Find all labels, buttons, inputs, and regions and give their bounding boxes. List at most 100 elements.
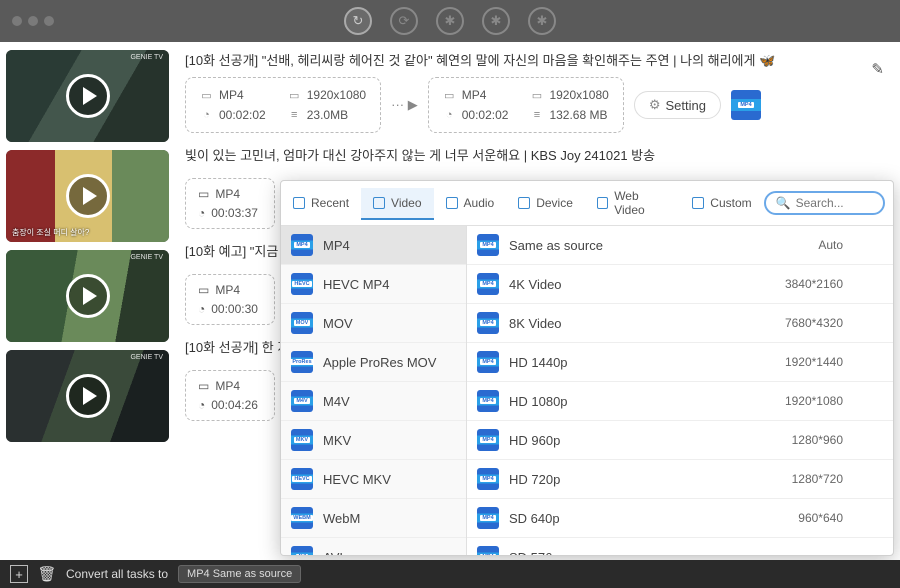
format-family-row[interactable]: MOVMOV [281, 304, 466, 343]
format-icon: ▭ [200, 89, 213, 102]
video-thumbnail[interactable]: 춤장이 조실 머디 살아? [6, 150, 169, 242]
reel-mode-icon[interactable]: ✱ [436, 7, 464, 35]
add-task-button[interactable]: + [10, 565, 28, 583]
setting-button[interactable]: ⚙Setting [634, 91, 721, 119]
format-badge-icon: MP4 [477, 234, 499, 256]
thumb-brand: GENIE TV [130, 54, 163, 61]
bottom-bar: + 🗑 Convert all tasks to MP4 Same as sou… [0, 560, 900, 588]
play-icon[interactable] [66, 74, 110, 118]
arrow-icon: ··· ▶ [391, 97, 418, 113]
format-preset-row[interactable]: MP4SD 640p960*640 [467, 499, 893, 538]
format-preset-row[interactable]: MP48K Video7680*4320 [467, 304, 893, 343]
tab-recent[interactable]: Recent [281, 188, 361, 218]
format-preset-resolution: 1280*960 [792, 433, 843, 447]
source-spec-box: ▭MP4 ◔00:00:30 [185, 274, 275, 325]
format-family-label: M4V [323, 394, 350, 409]
format-preset-list[interactable]: MP4Same as sourceAutoMP44K Video3840*216… [467, 226, 893, 555]
format-preset-label: HD 1440p [509, 355, 568, 370]
search-input[interactable] [796, 196, 873, 210]
reel-mode-icon-3[interactable]: ✱ [528, 7, 556, 35]
source-spec-box: ▭MP4 ▭1920x1080 ◔00:02:02 ≡23.0MB [185, 77, 381, 133]
edit-title-icon[interactable]: ✎ [871, 60, 884, 78]
tab-device[interactable]: Device [506, 188, 585, 218]
format-family-label: MP4 [323, 238, 350, 253]
source-spec-box: ▭MP4 ◔00:04:26 [185, 370, 275, 421]
format-family-label: AVI [323, 550, 343, 556]
format-family-label: HEVC MP4 [323, 277, 389, 292]
format-badge-icon: M4V [291, 390, 313, 412]
format-badge-icon: HEVC [291, 273, 313, 295]
format-preset-row[interactable]: MP44K Video3840*2160 [467, 265, 893, 304]
thumb-brand: GENIE TV [130, 354, 163, 361]
format-preset-resolution: 3840*2160 [785, 277, 843, 291]
format-family-row[interactable]: HEVC HEVC MP4 [281, 265, 466, 304]
resolution-icon: ▭ [530, 89, 543, 102]
format-preset-row[interactable]: MP4HD 1440p1920*1440 [467, 343, 893, 382]
format-badge-icon: MKV [291, 429, 313, 451]
thumb-caption: 춤장이 조실 머디 살아? [12, 227, 89, 238]
format-family-row[interactable]: MP4 MP4 [281, 226, 466, 265]
format-preset-row[interactable]: MP4Same as sourceAuto [467, 226, 893, 265]
format-preset-label: 8K Video [509, 316, 562, 331]
format-family-label: WebM [323, 511, 360, 526]
device-icon [518, 197, 530, 209]
close-window-icon[interactable] [12, 16, 22, 26]
minimize-window-icon[interactable] [28, 16, 38, 26]
tab-video[interactable]: Video [361, 188, 433, 220]
dropdown-tabs: Recent Video Audio Device Web Video Cust… [281, 181, 893, 226]
format-badge-icon: MP4 [477, 351, 499, 373]
web-video-icon [597, 197, 608, 209]
output-format-badge[interactable]: MP4 [731, 90, 761, 120]
delete-task-button[interactable]: 🗑 [38, 565, 56, 583]
format-family-row[interactable]: M4V M4V [281, 382, 466, 421]
custom-icon [692, 197, 704, 209]
download-mode-icon[interactable]: ⟳ [390, 7, 418, 35]
format-preset-label: HD 720p [509, 472, 560, 487]
video-thumbnail[interactable]: GENIE TV [6, 250, 169, 342]
format-family-row[interactable]: ProRes Apple ProRes MOV [281, 343, 466, 382]
format-badge-icon: MP4 [477, 429, 499, 451]
convert-all-format-selector[interactable]: MP4 Same as source [178, 565, 301, 583]
format-preset-row[interactable]: MP4HD 720p1280*720 [467, 460, 893, 499]
tab-web-video[interactable]: Web Video [585, 181, 680, 225]
gear-icon: ⚙ [649, 97, 661, 113]
resolution-icon: ▭ [288, 89, 301, 102]
thumb-brand: GENIE TV [130, 254, 163, 261]
format-family-label: Apple ProRes MOV [323, 355, 436, 370]
format-family-row[interactable]: AVI AVI [281, 538, 466, 555]
task-title: [10화 선공개] "선배, 헤리씨랑 헤어진 것 같아" 혜연의 말에 자신의… [185, 50, 890, 69]
format-search[interactable]: 🔍 [764, 191, 885, 215]
window-controls [12, 16, 54, 26]
format-badge-icon: MP4 [291, 234, 313, 256]
target-spec-box: ▭MP4 ▭1920x1080 ◔00:02:02 ≡132.68 MB [428, 77, 624, 133]
zoom-window-icon[interactable] [44, 16, 54, 26]
format-preset-label: HD 960p [509, 433, 560, 448]
format-family-row[interactable]: HEVCHEVC MKV [281, 460, 466, 499]
reel-mode-icon-2[interactable]: ✱ [482, 7, 510, 35]
format-badge-icon: AVI [291, 546, 313, 555]
format-family-label: HEVC MKV [323, 472, 391, 487]
play-icon[interactable] [66, 374, 110, 418]
clock-icon: ◔ [443, 109, 456, 122]
format-family-list[interactable]: MP4 MP4 HEVC HEVC MP4 MOVMOV ProRes Apple ProR… [281, 226, 467, 555]
convert-mode-icon[interactable]: ↻ [344, 7, 372, 35]
play-icon[interactable] [66, 174, 110, 218]
tab-custom[interactable]: Custom [680, 188, 763, 218]
convert-all-label: Convert all tasks to [66, 567, 168, 581]
play-icon[interactable] [66, 274, 110, 318]
format-badge-icon: ProRes [291, 351, 313, 373]
tab-audio[interactable]: Audio [434, 188, 507, 218]
recent-icon [293, 197, 305, 209]
format-family-row[interactable]: MKVMKV [281, 421, 466, 460]
mode-toolbar: ↻ ⟳ ✱ ✱ ✱ [344, 7, 556, 35]
format-family-row[interactable]: WEBMWebM [281, 499, 466, 538]
format-preset-row[interactable]: MP4 HD 960p 1280*960 [467, 421, 893, 460]
format-badge-icon: MP4 [477, 390, 499, 412]
format-preset-row[interactable]: MP4HD 1080p1920*1080 [467, 382, 893, 421]
format-badge-icon: MP4 [477, 273, 499, 295]
format-preset-row[interactable]: MP4SD 576p [467, 538, 893, 555]
format-badge-icon: MP4 [477, 312, 499, 334]
format-preset-resolution: Auto [818, 238, 843, 252]
video-thumbnail[interactable]: GENIE TV [6, 50, 169, 142]
video-thumbnail[interactable]: GENIE TV [6, 350, 169, 442]
